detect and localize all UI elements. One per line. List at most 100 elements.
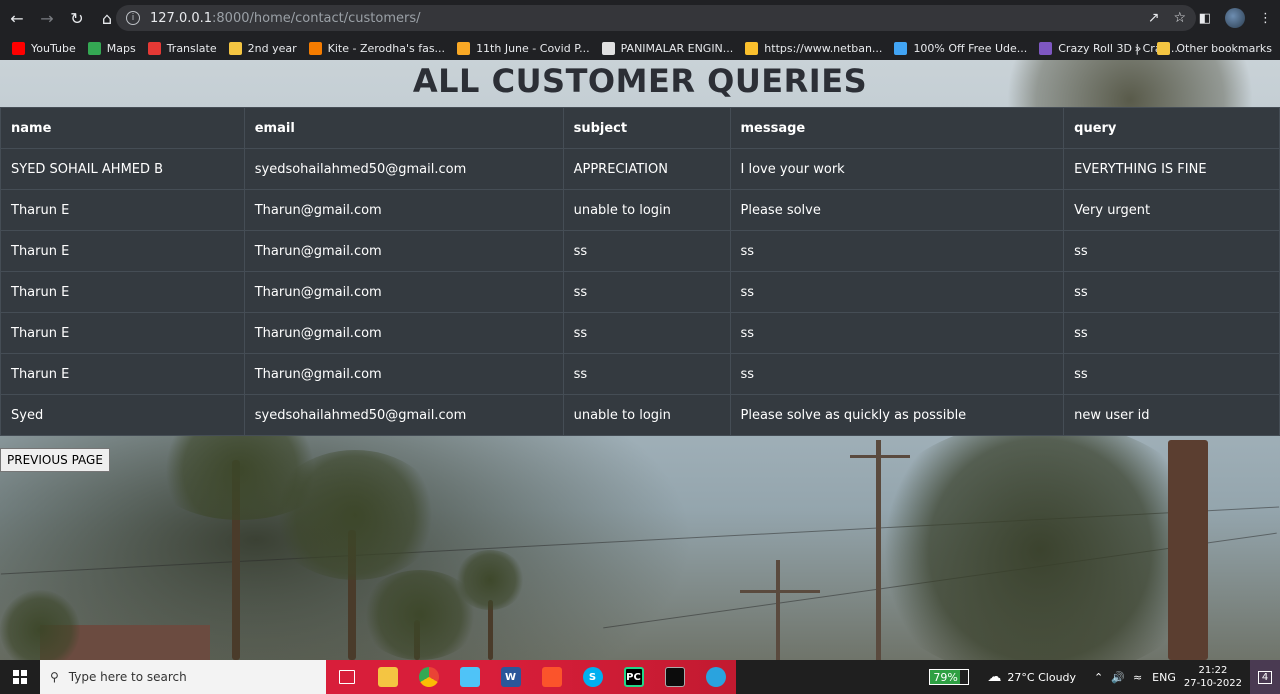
pycharm-icon[interactable]: PC: [613, 660, 654, 694]
cell-subject: unable to login: [562, 189, 731, 231]
other-bookmarks[interactable]: Other bookmarks: [1157, 41, 1272, 55]
globe-icon: [601, 41, 615, 55]
table-row: Syed syedsohailahmed50@gmail.com unable …: [0, 394, 1280, 436]
reload-icon[interactable]: ↻: [64, 5, 90, 31]
cell-email: Tharun@gmail.com: [243, 271, 564, 313]
cell-email: syedsohailahmed50@gmail.com: [243, 394, 564, 436]
search-icon: ⚲: [50, 670, 59, 684]
cell-email: Tharun@gmail.com: [243, 353, 564, 395]
tree: [0, 590, 80, 660]
kite-icon: [308, 41, 322, 55]
cell-subject: APPRECIATION: [562, 148, 731, 190]
share-icon[interactable]: ↗: [1148, 10, 1160, 26]
bookmark-covid[interactable]: 11th June - Covid P...: [457, 41, 590, 55]
bookmark-panimalar[interactable]: PANIMALAR ENGIN...: [601, 41, 733, 55]
table-row: Tharun E Tharun@gmail.com ss ss ss: [0, 312, 1280, 354]
chevron-up-icon[interactable]: ⌃: [1094, 671, 1103, 684]
column-header-name: name: [0, 107, 245, 149]
table-row: SYED SOHAIL AHMED B syedsohailahmed50@gm…: [0, 148, 1280, 190]
palm-tree: [455, 550, 525, 610]
sidebar-icon[interactable]: ◧: [1199, 11, 1211, 26]
cell-email: Tharun@gmail.com: [243, 312, 564, 354]
cell-query: Very urgent: [1063, 189, 1280, 231]
wifi-icon[interactable]: ≈: [1133, 671, 1142, 684]
bookmark-udemy[interactable]: 100% Off Free Ude...: [894, 41, 1027, 55]
palm-tree: [1168, 440, 1208, 660]
taskbar-search[interactable]: ⚲ Type here to search: [40, 660, 326, 694]
clock-date: 27-10-2022: [1183, 678, 1242, 689]
bookmark-star-icon[interactable]: ☆: [1173, 10, 1186, 26]
forward-arrow-icon[interactable]: →: [34, 5, 60, 31]
cell-email: syedsohailahmed50@gmail.com: [243, 148, 564, 190]
bookmark-netbanking[interactable]: https://www.netban...: [745, 41, 882, 55]
volume-icon[interactable]: 🔊: [1111, 671, 1125, 684]
telegram-icon[interactable]: [695, 660, 736, 694]
cell-message: Please solve: [729, 189, 1065, 231]
cell-email: Tharun@gmail.com: [243, 230, 564, 272]
link-icon: [457, 41, 471, 55]
cell-name: Tharun E: [0, 353, 245, 395]
skype-icon[interactable]: S: [572, 660, 613, 694]
utility-pole: [850, 455, 910, 458]
table-row: Tharun E Tharun@gmail.com unable to logi…: [0, 189, 1280, 231]
game-icon: [1039, 41, 1053, 55]
cell-message: ss: [729, 271, 1065, 313]
cell-subject: ss: [562, 271, 731, 313]
palm-tree: [270, 450, 440, 580]
bookmarks-bar: YouTube Maps Translate 2nd year Kite - Z…: [0, 36, 1280, 60]
page-content: ALL CUSTOMER QUERIES name email subject …: [0, 60, 1280, 660]
bookmark-maps[interactable]: Maps: [87, 41, 136, 55]
cell-name: Tharun E: [0, 189, 245, 231]
start-button[interactable]: [0, 660, 40, 694]
back-arrow-icon[interactable]: ←: [4, 5, 30, 31]
terminal-icon[interactable]: [654, 660, 695, 694]
task-view-icon[interactable]: [326, 660, 367, 694]
youtube-icon: [12, 41, 25, 55]
cell-query: ss: [1063, 353, 1280, 395]
bookmark-translate[interactable]: Translate: [147, 41, 217, 55]
cloud-icon: ☁: [987, 669, 1002, 685]
language-indicator[interactable]: ENG: [1152, 671, 1176, 684]
windows-icon: [13, 670, 27, 684]
folder-icon: [228, 41, 242, 55]
clock[interactable]: 21:22 27-10-2022: [1184, 664, 1242, 690]
menu-kebab-icon[interactable]: ⋮: [1259, 11, 1272, 26]
column-header-query: query: [1063, 107, 1280, 149]
clock-time: 21:22: [1198, 665, 1228, 676]
site-info-icon[interactable]: i: [126, 11, 140, 25]
cell-email: Tharun@gmail.com: [243, 189, 564, 231]
weather-label[interactable]: 27°C Cloudy: [1007, 671, 1076, 684]
bookmark-youtube[interactable]: YouTube: [12, 41, 76, 55]
cell-subject: unable to login: [562, 394, 731, 436]
previous-page-button[interactable]: PREVIOUS PAGE: [0, 448, 110, 472]
word-icon[interactable]: W: [490, 660, 531, 694]
column-header-message: message: [729, 107, 1065, 149]
column-header-subject: subject: [562, 107, 731, 149]
chrome-icon[interactable]: [408, 660, 449, 694]
taskbar: ⚲ Type here to search W S PC 79% ☁ 27°C …: [0, 660, 1280, 694]
battery-indicator[interactable]: 79%: [929, 669, 970, 685]
translate-icon: [147, 41, 161, 55]
tree: [860, 420, 1220, 660]
utility-pole: [740, 590, 820, 593]
notepad-icon[interactable]: [449, 660, 490, 694]
cell-name: Tharun E: [0, 230, 245, 272]
bookmark-2nd-year[interactable]: 2nd year: [228, 41, 297, 55]
brave-icon[interactable]: [531, 660, 572, 694]
cell-subject: ss: [562, 230, 731, 272]
notification-icon[interactable]: 4: [1250, 660, 1280, 694]
url-path: :8000/home/contact/customers/: [212, 10, 421, 26]
page-title: ALL CUSTOMER QUERIES: [412, 62, 868, 100]
bookmark-kite[interactable]: Kite - Zerodha's fas...: [308, 41, 445, 55]
more-bookmarks-button[interactable]: »: [1135, 42, 1142, 55]
cell-message: ss: [729, 312, 1065, 354]
utility-pole: [776, 560, 780, 660]
file-explorer-icon[interactable]: [367, 660, 408, 694]
address-bar[interactable]: i 127.0.0.1:8000/home/contact/customers/…: [116, 5, 1196, 31]
cell-message: ss: [729, 230, 1065, 272]
bank-icon: [745, 41, 759, 55]
profile-avatar[interactable]: [1225, 8, 1245, 28]
cell-query: EVERYTHING IS FINE: [1063, 148, 1280, 190]
cell-message: ss: [729, 353, 1065, 395]
cell-message: Please solve as quickly as possible: [729, 394, 1065, 436]
